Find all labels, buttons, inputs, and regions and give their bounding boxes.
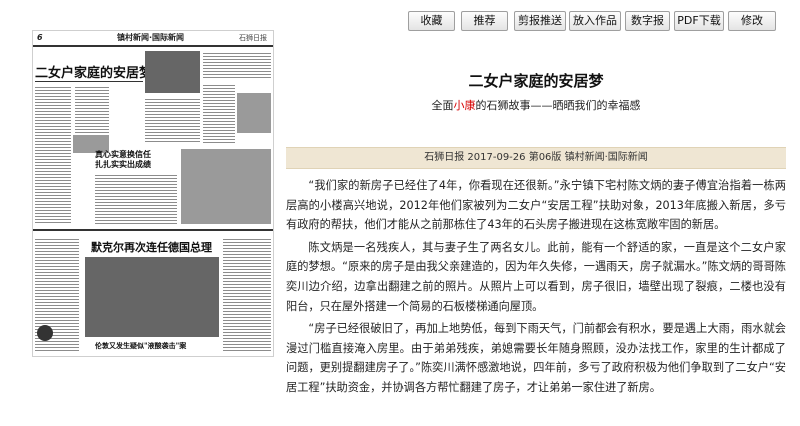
digital-paper-button[interactable]: 数字报 — [625, 11, 670, 31]
newspaper-section-name: 镇村新闻·国际新闻 — [117, 33, 185, 42]
newspaper-headline-bottom: 伦敦又发生疑似"液酸袭击"案 — [95, 341, 187, 350]
pdf-download-button[interactable]: PDF下载 — [674, 11, 724, 31]
article-subtitle: 全面小康的石狮故事——晒晒我们的幸福感 — [431, 99, 641, 112]
article-paragraph: “房子已经很破旧了，再加上地势低，每到下雨天气，门前都会有积水，要是遇上大雨，雨… — [286, 322, 786, 394]
newspaper-page-thumbnail[interactable]: 6 镇村新闻·国际新闻 石狮日报 二女户家庭的安居梦 真心实意换信任 扎扎实实出… — [32, 30, 274, 357]
article-meta-bar: 石狮日报 2017-09-26 第06版 镇村新闻·国际新闻 — [286, 147, 786, 169]
article-body: “我们家的新房子已经住了4年，你看现在还很新。”永宁镇下宅村陈文炳的妻子傅宜治指… — [286, 176, 786, 401]
article-paragraph: “我们家的新房子已经住了4年，你看现在还很新。”永宁镇下宅村陈文炳的妻子傅宜治指… — [286, 179, 786, 232]
recommend-button[interactable]: 推荐 — [461, 11, 508, 31]
subtitle-highlight: 小康 — [453, 99, 476, 112]
newspaper-header: 6 镇村新闻·国际新闻 石狮日报 — [33, 31, 273, 47]
newspaper-page-number: 6 — [37, 33, 43, 42]
article-title: 二女户家庭的安居梦 — [468, 72, 604, 90]
newspaper-headline-main: 二女户家庭的安居梦 — [35, 66, 153, 81]
newspaper-logo: 石狮日报 — [239, 34, 267, 42]
add-to-works-button[interactable]: 放入作品 — [569, 11, 621, 31]
newspaper-headline-intl: 默克尔再次连任德国总理 — [91, 241, 212, 254]
edit-button[interactable]: 修改 — [728, 11, 776, 31]
article-paragraph: 陈文炳是一名残疾人，其与妻子生了两名女儿。此前，能有一个舒适的家，一直是这个二女… — [286, 240, 786, 313]
newspaper-headline-mid: 真心实意换信任 扎扎实实出成绩 — [95, 149, 151, 169]
clip-push-button[interactable]: 剪报推送 — [514, 11, 566, 31]
favorite-button[interactable]: 收藏 — [408, 11, 455, 31]
